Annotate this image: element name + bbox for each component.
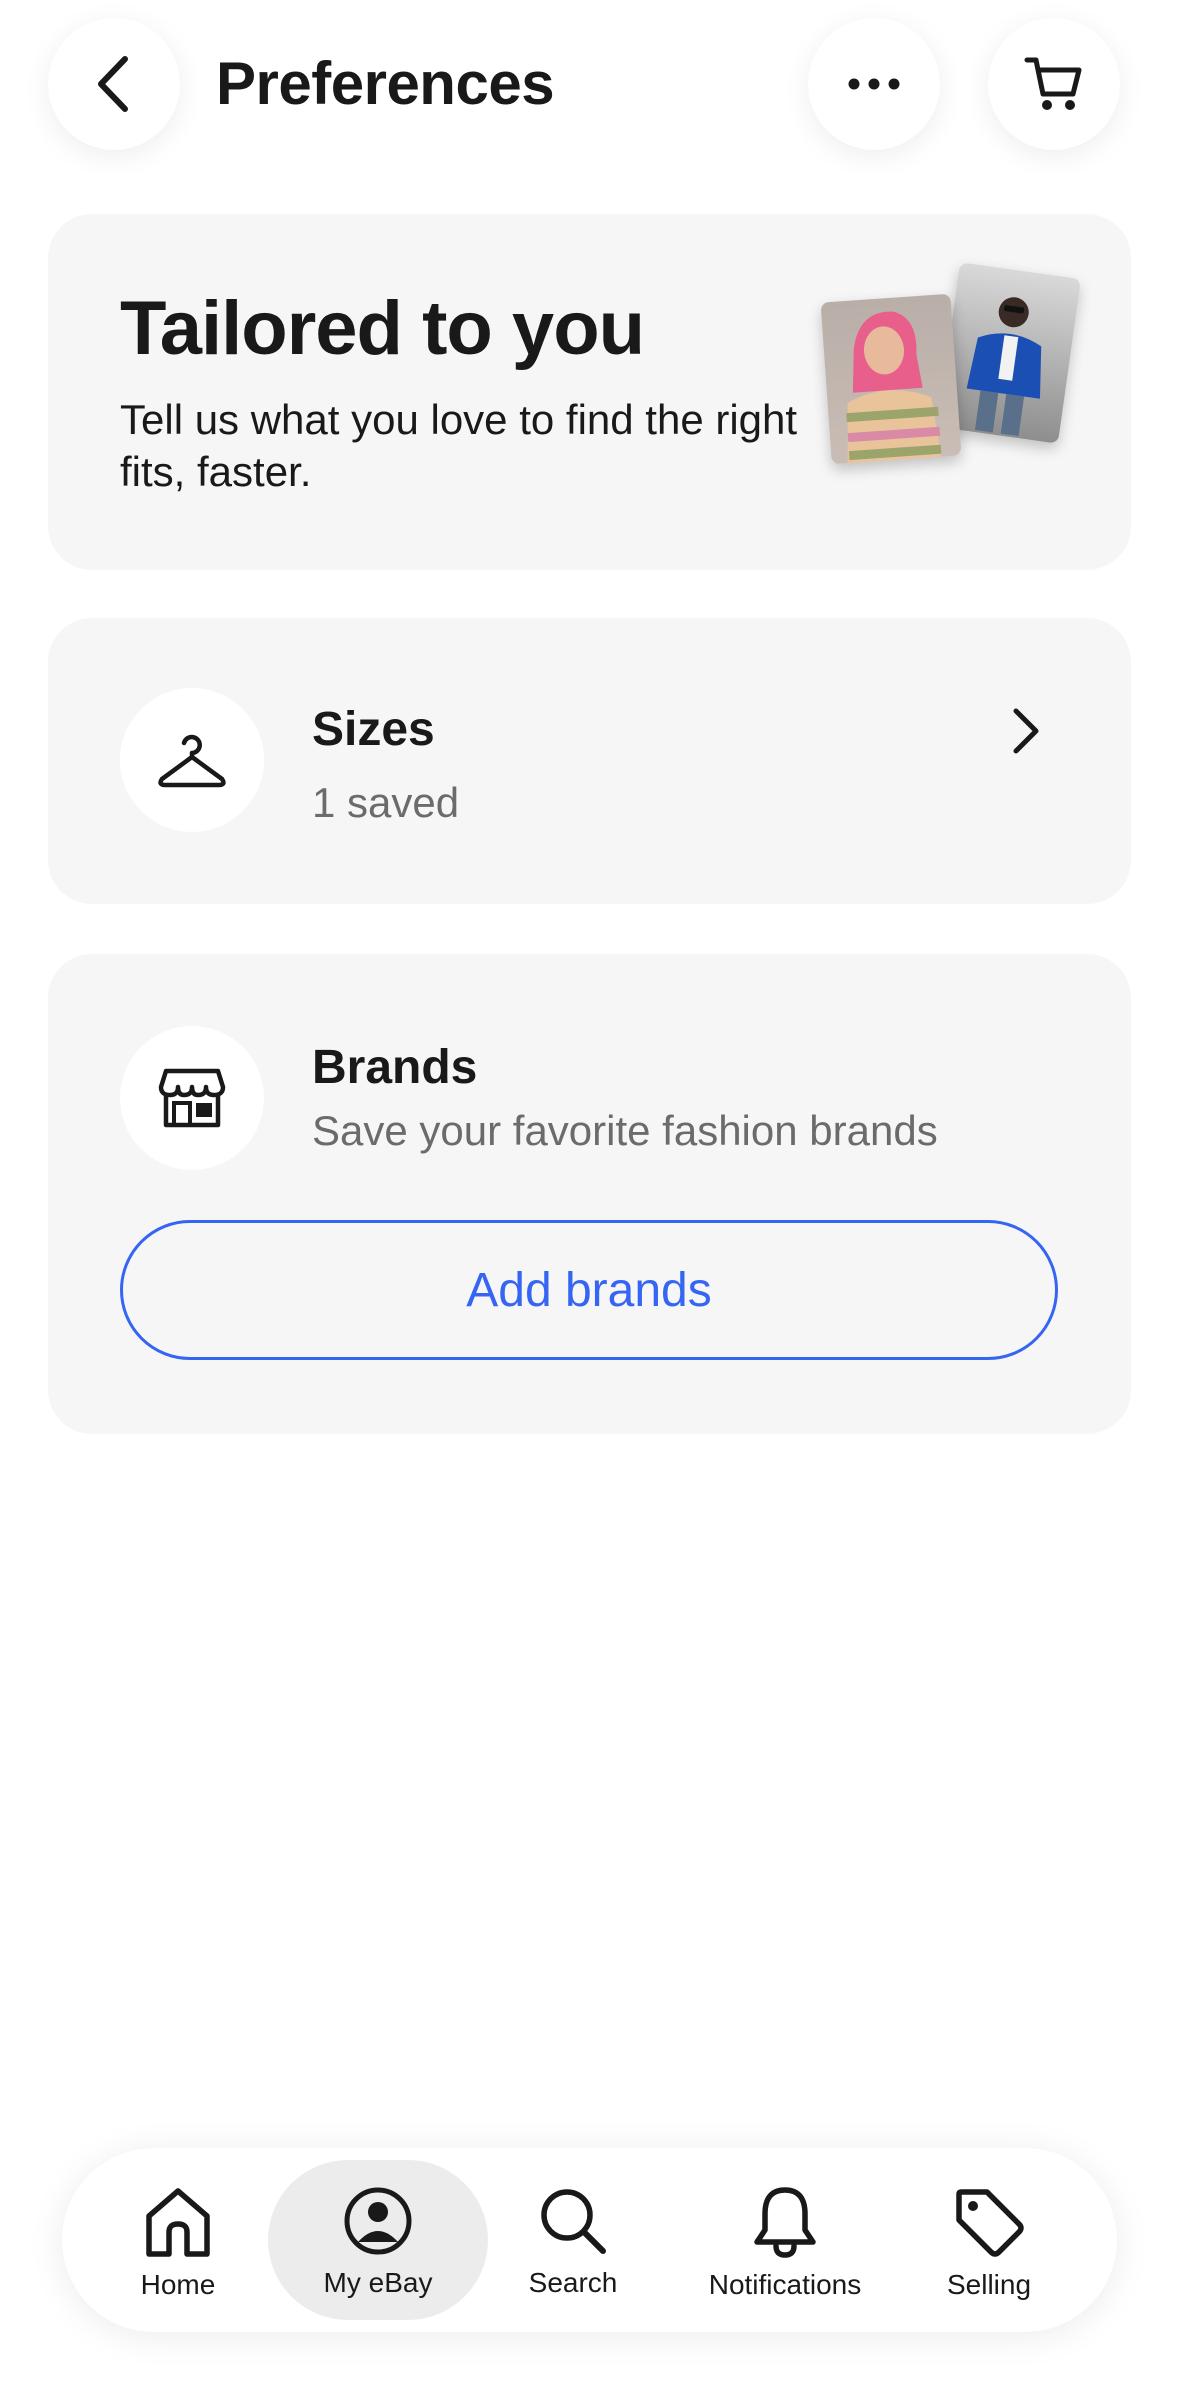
- sizes-card[interactable]: Sizes 1 saved: [48, 618, 1131, 904]
- nav-notifications-label: Notifications: [708, 2269, 862, 2300]
- nav-notifications[interactable]: Notifications: [680, 2160, 890, 2320]
- bell-icon: [754, 2187, 816, 2258]
- hero-title: Tailored to you: [120, 286, 645, 371]
- brands-subtitle: Save your favorite fashion brands: [312, 1107, 938, 1154]
- cart-button[interactable]: [988, 18, 1120, 150]
- nav-search-label: Search: [528, 2267, 618, 2298]
- chevron-left-icon: [98, 56, 128, 112]
- back-button[interactable]: [48, 18, 180, 150]
- sizes-title: Sizes: [312, 703, 435, 756]
- home-icon: [146, 2188, 210, 2257]
- hanger-icon: [158, 734, 226, 788]
- brands-icon-circle: [120, 1026, 264, 1170]
- more-horizontal-icon: [848, 78, 900, 90]
- nav-selling[interactable]: Selling: [914, 2160, 1064, 2320]
- cart-icon: [1024, 57, 1082, 110]
- hero-subtitle: Tell us what you love to find the right …: [120, 396, 798, 495]
- more-options-button[interactable]: [808, 18, 940, 150]
- nav-home-label: Home: [140, 2269, 216, 2300]
- store-icon: [158, 1068, 226, 1128]
- sizes-subtitle: 1 saved: [312, 779, 460, 826]
- nav-selling-label: Selling: [946, 2269, 1032, 2300]
- brands-card: Brands Save your favorite fashion brands…: [48, 954, 1131, 1434]
- fashion-photo-front: [820, 293, 962, 465]
- bottom-nav: Home My eBay Search Notifications Sellin…: [62, 2148, 1117, 2332]
- nav-search[interactable]: Search: [496, 2160, 650, 2320]
- nav-home[interactable]: Home: [102, 2160, 254, 2320]
- brands-title: Brands: [312, 1041, 478, 1094]
- user-icon: [344, 2187, 412, 2255]
- nav-my-ebay-label: My eBay: [323, 2267, 433, 2298]
- page-title: Preferences: [216, 50, 555, 117]
- add-brands-button[interactable]: Add brands: [120, 1220, 1058, 1360]
- tag-icon: [956, 2189, 1024, 2257]
- tailored-hero-card: Tailored to you Tell us what you love to…: [48, 214, 1131, 570]
- search-icon: [541, 2189, 606, 2254]
- nav-my-ebay[interactable]: My eBay: [268, 2160, 488, 2320]
- chevron-right-icon[interactable]: [1010, 706, 1042, 756]
- sizes-icon-circle: [120, 688, 264, 832]
